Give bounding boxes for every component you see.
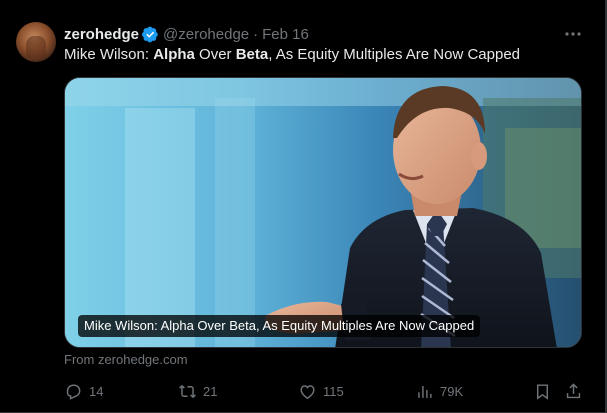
more-icon[interactable] [564, 28, 582, 40]
tweet-date[interactable]: Feb 16 [262, 26, 309, 43]
author-handle[interactable]: @zerohedge [163, 26, 249, 43]
card-image [65, 78, 581, 347]
tweet-text: Mike Wilson: Alpha Over Beta, As Equity … [64, 45, 520, 65]
card-source[interactable]: From zerohedge.com [64, 352, 188, 367]
author-name[interactable]: zerohedge [64, 26, 139, 43]
tweet[interactable]: zerohedge @zerohedge · Feb 16 Mike Wilso… [0, 0, 607, 413]
verified-badge-icon [142, 26, 158, 42]
link-card[interactable]: Mike Wilson: Alpha Over Beta, As Equity … [64, 77, 582, 348]
bookmark-icon [537, 383, 548, 400]
views-count: 79K [440, 383, 464, 399]
card-caption: Mike Wilson: Alpha Over Beta, As Equity … [78, 315, 481, 337]
bookmark-button[interactable] [533, 379, 552, 403]
tweet-text-bold: Alpha [153, 46, 195, 63]
views-icon [418, 385, 432, 398]
reply-button[interactable]: 14 [64, 379, 103, 403]
views-button[interactable]: 79K [415, 379, 463, 403]
tweet-header: zerohedge @zerohedge · Feb 16 [64, 24, 309, 44]
tweet-text-bold: Beta [235, 46, 269, 63]
tweet-text-part: , As Equity Multiples Are Now Capped [268, 46, 521, 63]
heart-icon [300, 384, 315, 399]
repost-button[interactable]: 21 [178, 379, 217, 403]
repost-count: 21 [203, 383, 218, 399]
avatar[interactable] [16, 22, 56, 62]
repost-icon [179, 384, 196, 398]
like-count: 115 [323, 383, 344, 399]
reply-icon [66, 383, 81, 400]
tweet-text-part: Mike Wilson: [64, 46, 154, 63]
tweet-text-part: Over [194, 46, 236, 63]
like-button[interactable]: 115 [298, 379, 344, 403]
share-button[interactable] [564, 379, 583, 403]
share-icon [566, 382, 581, 398]
reply-count: 14 [89, 383, 104, 399]
action-bar: 14 21 115 79K [64, 379, 584, 403]
separator-dot: · [253, 25, 259, 43]
